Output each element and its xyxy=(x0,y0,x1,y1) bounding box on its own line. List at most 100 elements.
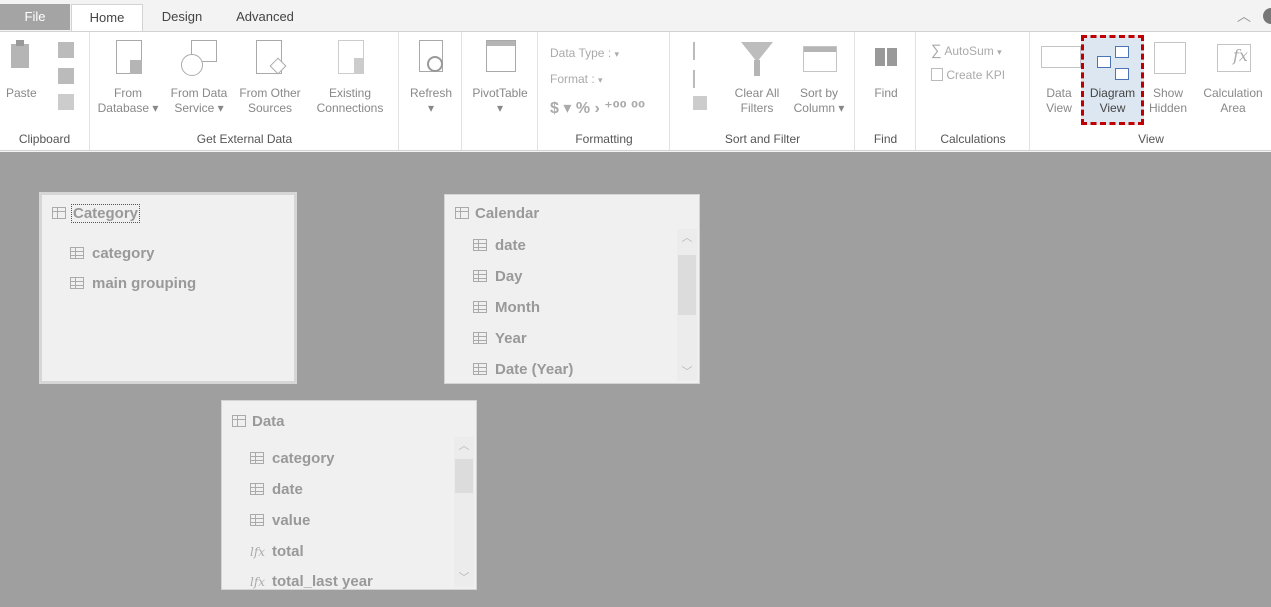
table-title[interactable]: Data xyxy=(232,413,285,430)
clear-all-filters-button[interactable]: Clear All Filters xyxy=(729,38,785,116)
scroll-down-icon[interactable]: ﹀ xyxy=(677,363,697,381)
table-title[interactable]: Category xyxy=(52,204,141,223)
field-item[interactable]: Day xyxy=(473,268,523,285)
help-icon[interactable] xyxy=(1263,8,1271,24)
fx-icon: lfx xyxy=(250,575,266,589)
group-formatting: Data Type : ▾ Format : ▾ $ ▾ % › ⁺⁰⁰ ⁰⁰ … xyxy=(539,32,670,150)
clear-sort-icon[interactable] xyxy=(693,96,707,110)
tab-file[interactable]: File xyxy=(0,4,70,30)
group-pivottable: PivotTable ▾ xyxy=(463,32,538,150)
data-type-dropdown[interactable]: Data Type : ▾ xyxy=(550,46,619,60)
show-hidden-icon xyxy=(1148,38,1188,82)
sort-ascending-icon[interactable] xyxy=(693,42,707,60)
field-item[interactable]: Year xyxy=(473,330,527,347)
show-hidden-button[interactable]: Show Hidden xyxy=(1143,38,1193,116)
diagram-view-button[interactable]: Diagram View xyxy=(1081,35,1144,125)
table-title[interactable]: Calendar xyxy=(455,205,539,222)
column-icon xyxy=(473,270,487,282)
refresh-button[interactable]: Refresh ▾ xyxy=(404,38,458,116)
sort-by-column-button[interactable]: Sort by Column ▾ xyxy=(789,38,849,116)
paste-button[interactable]: Paste xyxy=(6,38,37,101)
copy-icon[interactable] xyxy=(58,68,74,84)
calculation-area-button[interactable]: fx Calculation Area xyxy=(1199,38,1267,116)
group-clipboard: Paste Clipboard xyxy=(0,32,90,150)
field-item[interactable]: category xyxy=(250,450,335,467)
scroll-down-icon[interactable]: ﹀ xyxy=(454,569,474,587)
column-icon xyxy=(250,514,264,526)
from-other-sources-button[interactable]: From Other Sources xyxy=(237,38,303,116)
table-icon xyxy=(232,415,246,427)
tab-home[interactable]: Home xyxy=(71,4,143,33)
measure-item[interactable]: lfx total_last year xyxy=(250,573,373,589)
existing-connections-icon xyxy=(330,38,370,82)
scroll-thumb[interactable] xyxy=(455,459,473,493)
field-item[interactable]: date xyxy=(473,237,526,254)
column-icon xyxy=(250,483,264,495)
paste-icon xyxy=(8,38,34,82)
group-label-view: View xyxy=(1138,132,1164,146)
table-card-data[interactable]: Data category date value lfx total lfx tot… xyxy=(221,400,477,590)
field-item[interactable]: Month xyxy=(473,299,540,316)
table-icon xyxy=(455,207,469,219)
fx-icon: lfx xyxy=(250,545,266,559)
create-kpi-button[interactable]: Create KPI xyxy=(931,68,1005,82)
calculation-area-icon: fx xyxy=(1213,38,1253,82)
diagram-canvas[interactable]: Category category main grouping Calendar… xyxy=(0,152,1271,607)
ribbon-tab-bar: File Home Design Advanced ︿ xyxy=(0,0,1271,33)
existing-connections-button[interactable]: Existing Connections xyxy=(311,38,389,116)
group-refresh: Refresh ▾ xyxy=(400,32,462,150)
scroll-up-icon[interactable]: ︿ xyxy=(677,229,697,247)
group-find: Find Find xyxy=(856,32,916,150)
data-view-icon xyxy=(1039,38,1081,82)
sort-by-column-icon xyxy=(799,38,839,82)
group-sort-filter: Clear All Filters Sort by Column ▾ Sort … xyxy=(671,32,855,150)
column-icon xyxy=(70,247,84,259)
database-icon xyxy=(108,38,148,82)
field-item[interactable]: value xyxy=(250,512,310,529)
cut-icon[interactable] xyxy=(58,42,74,58)
sort-descending-icon[interactable] xyxy=(693,70,707,88)
filter-icon xyxy=(737,38,777,82)
column-icon xyxy=(473,363,487,375)
column-icon xyxy=(250,452,264,464)
binoculars-icon xyxy=(866,38,906,82)
field-item[interactable]: date xyxy=(250,481,303,498)
copy-format-icon[interactable] xyxy=(58,94,74,110)
from-data-service-button[interactable]: From Data Service ▾ xyxy=(167,38,231,116)
scrollbar[interactable]: ︿ ﹀ xyxy=(454,437,474,587)
field-item[interactable]: Date (Year) xyxy=(473,361,573,378)
group-label-clipboard: Clipboard xyxy=(18,132,71,146)
field-item[interactable]: main grouping xyxy=(70,275,196,292)
collapse-ribbon-icon[interactable]: ︿ xyxy=(1237,6,1253,24)
measure-item[interactable]: lfx total xyxy=(250,543,304,560)
refresh-icon xyxy=(411,38,451,82)
scrollbar[interactable]: ︿ ﹀ xyxy=(677,229,697,381)
table-icon xyxy=(52,207,66,219)
group-label-sort-filter: Sort and Filter xyxy=(724,132,801,146)
tab-advanced[interactable]: Advanced xyxy=(222,4,308,32)
pivottable-icon xyxy=(480,38,520,82)
diagram-view-icon xyxy=(1093,42,1133,82)
data-view-button[interactable]: Data View xyxy=(1035,38,1083,116)
group-label-formatting: Formatting xyxy=(575,132,633,146)
diagram-view-content: Diagram View xyxy=(1084,42,1141,116)
group-label-calculations: Calculations xyxy=(940,132,1006,146)
tab-design[interactable]: Design xyxy=(148,4,216,32)
table-card-calendar[interactable]: Calendar date Day Month Year Date (Year)… xyxy=(444,194,700,384)
table-card-category[interactable]: Category category main grouping xyxy=(39,192,297,384)
group-get-external-data: From Database ▾ From Data Service ▾ From… xyxy=(91,32,399,150)
scroll-thumb[interactable] xyxy=(678,255,696,315)
from-database-button[interactable]: From Database ▾ xyxy=(97,38,159,116)
find-button[interactable]: Find xyxy=(860,38,912,101)
format-dropdown[interactable]: Format : ▾ xyxy=(550,72,603,86)
column-icon xyxy=(473,301,487,313)
pivottable-button[interactable]: PivotTable ▾ xyxy=(467,38,533,116)
other-sources-icon xyxy=(250,38,290,82)
number-format-symbols[interactable]: $ ▾ % › ⁺⁰⁰ ⁰⁰ xyxy=(550,98,645,118)
field-item[interactable]: category xyxy=(70,245,155,262)
data-service-icon xyxy=(179,38,219,82)
group-label-get-external-data: Get External Data xyxy=(196,132,293,146)
autosum-button[interactable]: ∑ AutoSum ▾ xyxy=(931,42,1002,59)
column-icon xyxy=(473,332,487,344)
scroll-up-icon[interactable]: ︿ xyxy=(454,437,474,455)
